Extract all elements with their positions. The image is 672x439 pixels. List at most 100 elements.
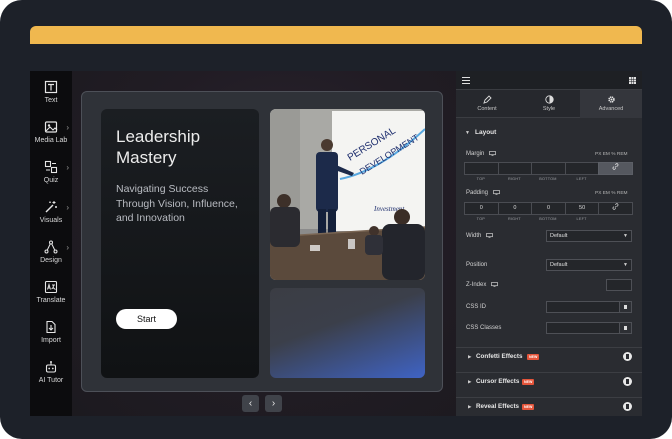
panel-header bbox=[456, 71, 642, 90]
grid-icon[interactable] bbox=[629, 77, 636, 84]
margin-inputs bbox=[464, 162, 633, 175]
caption: RIGHT bbox=[507, 177, 521, 181]
section-title: Confetti Effects bbox=[476, 353, 523, 360]
tab-advanced[interactable]: Advanced bbox=[580, 90, 642, 118]
padding-label-text: Padding bbox=[466, 190, 489, 197]
magic-wand-icon bbox=[45, 201, 57, 213]
quiz-icon bbox=[44, 160, 58, 174]
translate-icon bbox=[44, 280, 58, 294]
ai-tutor-icon bbox=[45, 361, 57, 373]
width-label-text: Width bbox=[466, 233, 482, 240]
reveal-effects-section[interactable]: ▶ Reveal Effects NEW bbox=[456, 397, 642, 415]
padding-left-input[interactable]: 50 bbox=[564, 202, 600, 215]
dynamic-tags-icon[interactable] bbox=[619, 323, 631, 333]
zindex-input[interactable] bbox=[606, 279, 632, 291]
start-button[interactable]: Start bbox=[116, 309, 177, 329]
padding-right-input[interactable]: 0 bbox=[497, 202, 533, 215]
padding-link-toggle[interactable] bbox=[598, 202, 633, 215]
margin-bottom-input[interactable] bbox=[531, 162, 566, 175]
caret-right-icon: ▶ bbox=[468, 354, 472, 359]
tab-content[interactable]: Content bbox=[456, 90, 518, 118]
tool-media-lab[interactable]: › Media Lab bbox=[30, 120, 72, 156]
margin-left-input[interactable] bbox=[564, 162, 600, 175]
tool-import[interactable]: Import bbox=[30, 320, 72, 356]
padding-bottom-input[interactable]: 0 bbox=[531, 202, 566, 215]
layout-section-header[interactable]: ▼ Layout bbox=[456, 124, 642, 142]
new-badge: NEW bbox=[522, 379, 535, 385]
meeting-photo[interactable]: PERSONAL DEVELOPMENT Investment bbox=[270, 109, 425, 280]
section-title: Cursor Effects bbox=[476, 378, 520, 385]
contrast-icon bbox=[544, 95, 554, 104]
hamburger-menu-icon[interactable] bbox=[462, 77, 470, 84]
tool-quiz[interactable]: › Quiz bbox=[30, 160, 72, 196]
width-select-value: Default bbox=[550, 233, 568, 239]
dynamic-tags-icon[interactable] bbox=[619, 302, 631, 312]
cursor-effects-section[interactable]: ▶ Cursor Effects NEW bbox=[456, 372, 642, 390]
margin-label: Margin bbox=[466, 151, 496, 157]
caret-down-icon: ▼ bbox=[623, 233, 628, 239]
padding-units[interactable]: PX EM % REM bbox=[595, 191, 628, 196]
confetti-effects-section[interactable]: ▶ Confetti Effects NEW bbox=[456, 347, 642, 365]
editor-app: Text › Media Lab › Quiz › Visuals › Desi… bbox=[30, 71, 642, 416]
device-frame: Text › Media Lab › Quiz › Visuals › Desi… bbox=[0, 0, 672, 439]
caption: LEFT bbox=[576, 177, 587, 181]
design-icon bbox=[44, 240, 58, 254]
import-icon bbox=[46, 320, 56, 334]
desktop-icon[interactable] bbox=[486, 233, 493, 239]
margin-top-input[interactable] bbox=[464, 162, 499, 175]
padding-captions: TOP RIGHT BOTTOM LEFT bbox=[464, 217, 632, 221]
tool-translate[interactable]: Translate bbox=[30, 280, 72, 316]
margin-units[interactable]: PX EM % REM bbox=[595, 152, 628, 157]
editor-canvas: Leadership Mastery Navigating Success Th… bbox=[72, 71, 456, 416]
text-icon bbox=[44, 80, 58, 94]
gradient-card[interactable] bbox=[270, 288, 425, 378]
padding-top-input[interactable]: 0 bbox=[464, 202, 499, 215]
tab-style[interactable]: Style bbox=[518, 90, 580, 118]
slide-subtitle[interactable]: Navigating Success Through Vision, Influ… bbox=[116, 182, 246, 226]
new-badge: NEW bbox=[522, 404, 535, 410]
tool-label: Quiz bbox=[43, 177, 59, 184]
tool-visuals[interactable]: › Visuals bbox=[30, 200, 72, 236]
slide-title[interactable]: Leadership Mastery bbox=[116, 126, 256, 168]
desktop-icon[interactable] bbox=[492, 190, 500, 196]
gear-icon bbox=[607, 96, 615, 103]
margin-link-toggle[interactable] bbox=[598, 162, 633, 175]
zindex-label-text: Z-Index bbox=[466, 282, 487, 289]
prev-slide-button[interactable]: ‹ bbox=[242, 395, 259, 412]
caret-down-icon: ▼ bbox=[623, 262, 628, 268]
tool-text[interactable]: Text bbox=[30, 80, 72, 116]
info-icon[interactable] bbox=[623, 377, 632, 386]
info-icon[interactable] bbox=[623, 402, 632, 411]
desktop-icon[interactable] bbox=[491, 282, 498, 288]
width-select[interactable]: Default ▼ bbox=[546, 230, 632, 242]
caption: TOP bbox=[476, 177, 485, 181]
next-slide-button[interactable]: › bbox=[265, 395, 282, 412]
info-icon[interactable] bbox=[623, 352, 632, 361]
link-icon bbox=[612, 203, 619, 210]
position-label: Position bbox=[466, 262, 488, 268]
title-card[interactable]: Leadership Mastery Navigating Success Th… bbox=[101, 109, 259, 378]
tool-label: Visuals bbox=[39, 217, 63, 224]
chevron-right-icon: › bbox=[66, 123, 69, 132]
caption: LEFT bbox=[576, 217, 587, 221]
margin-right-input[interactable] bbox=[497, 162, 533, 175]
position-select-value: Default bbox=[550, 262, 568, 268]
css-classes-input[interactable] bbox=[546, 322, 632, 334]
zindex-label: Z-Index bbox=[466, 282, 498, 288]
pencil-icon bbox=[482, 95, 492, 104]
tool-design[interactable]: › Design bbox=[30, 240, 72, 276]
desktop-icon[interactable] bbox=[489, 151, 496, 157]
image-icon bbox=[44, 121, 58, 133]
tool-label: Media Lab bbox=[34, 137, 68, 144]
tool-ai-tutor[interactable]: AI Tutor bbox=[30, 360, 72, 396]
caret-right-icon: ▶ bbox=[468, 404, 472, 409]
caption: BOTTOM bbox=[539, 217, 557, 221]
tool-label: Text bbox=[44, 97, 58, 104]
caption: TOP bbox=[476, 217, 485, 221]
slide-preview[interactable]: Leadership Mastery Navigating Success Th… bbox=[81, 91, 443, 392]
new-badge: NEW bbox=[527, 354, 540, 360]
margin-captions: TOP RIGHT BOTTOM LEFT bbox=[464, 177, 632, 181]
meeting-illustration: PERSONAL DEVELOPMENT Investment bbox=[270, 109, 425, 280]
css-id-input[interactable] bbox=[546, 301, 632, 313]
position-select[interactable]: Default ▼ bbox=[546, 259, 632, 271]
